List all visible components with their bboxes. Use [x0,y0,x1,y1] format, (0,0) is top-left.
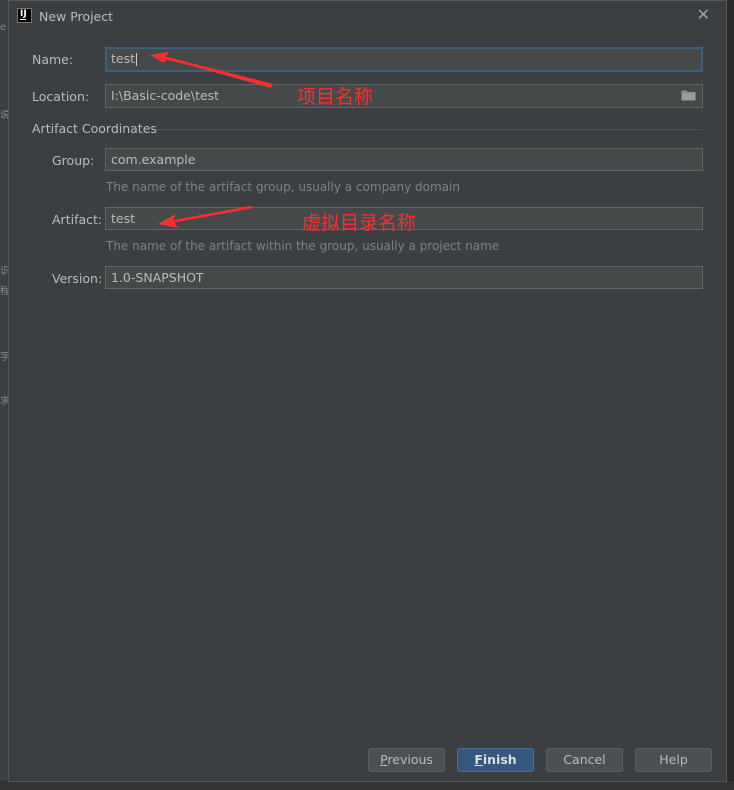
artifact-hint: The name of the artifact within the grou… [106,239,500,253]
close-icon[interactable]: ✕ [697,7,710,23]
location-input-value: I:\Basic-code\test [111,88,220,103]
section-divider [156,129,702,130]
group-input-value: com.example [111,152,196,167]
artifact-label: Artifact: [52,212,103,227]
group-hint: The name of the artifact group, usually … [106,180,460,194]
group-label: Group: [52,153,95,168]
annotation-virtual-dir-name: 虚拟目录名称 [302,212,417,234]
cancel-button[interactable]: Cancel [546,748,623,772]
version-input-value: 1.0-SNAPSHOT [111,270,204,285]
artifact-input-value: test [111,211,136,226]
group-input[interactable]: com.example [105,148,703,171]
name-label: Name: [32,52,74,67]
name-input-value: test [111,51,136,66]
background-ide-bottom [0,781,734,790]
annotation-project-name: 项目名称 [297,86,374,108]
text-caret [136,53,138,66]
version-label: Version: [52,271,103,286]
intellij-app-icon: IJ [17,8,32,23]
dialog-title: New Project [39,9,114,24]
location-label: Location: [32,89,90,104]
help-button[interactable]: Help [635,748,712,772]
artifact-coordinates-title: Artifact Coordinates [32,121,157,136]
dialog-titlebar: IJ New Project ✕ [9,1,726,31]
location-input[interactable]: I:\Basic-code\test [105,84,703,108]
new-project-dialog: IJ New Project ✕ Name: test Location: I:… [8,0,727,782]
previous-button[interactable]: Previous [368,748,445,772]
version-input[interactable]: 1.0-SNAPSHOT [105,266,703,289]
finish-button[interactable]: Finish [457,748,534,772]
folder-icon[interactable] [681,89,696,101]
name-input[interactable]: test [105,47,703,72]
